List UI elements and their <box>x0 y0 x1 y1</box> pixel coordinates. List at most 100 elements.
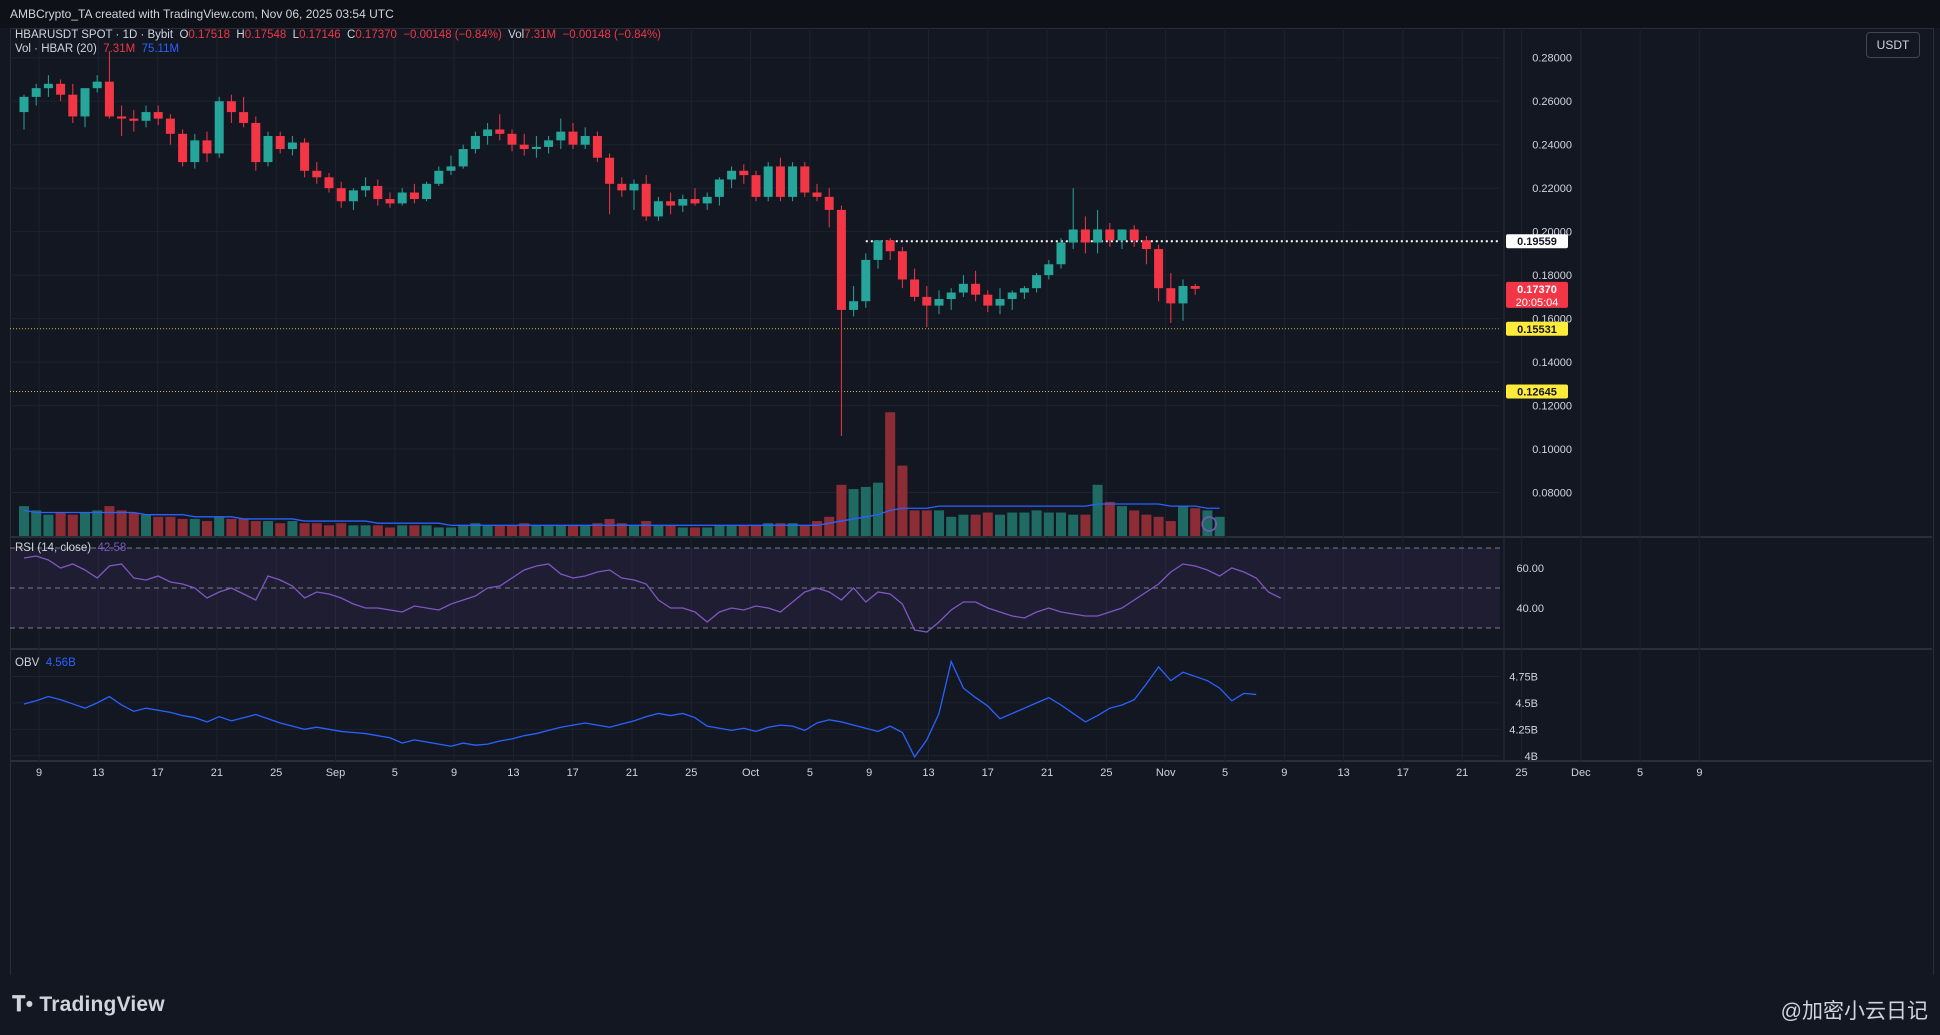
time-tick-label: Sep <box>326 767 346 779</box>
volume-bar <box>555 525 566 536</box>
volume-bar <box>43 514 54 536</box>
tradingview-logo[interactable]: 𝐓• TradingView <box>12 993 165 1017</box>
candle-body <box>348 190 358 202</box>
time-tick-label: 5 <box>807 767 813 779</box>
volume-bar <box>287 521 298 536</box>
time-tick-label: 13 <box>92 767 104 779</box>
candle-body <box>641 183 651 217</box>
currency-button[interactable]: USDT <box>1866 32 1920 58</box>
time-tick-label: 13 <box>922 767 934 779</box>
obv-tick-label: 4.5B <box>1515 698 1538 710</box>
candle-body <box>300 142 310 171</box>
volume-bar <box>226 518 237 536</box>
volume-bar <box>946 516 957 536</box>
time-tick-label: 9 <box>1696 767 1702 779</box>
volume-bar <box>1190 508 1201 536</box>
volume-bar <box>311 523 322 536</box>
candle-body <box>507 133 517 145</box>
volume-bar <box>385 527 395 536</box>
tv-logo-text: TradingView <box>39 993 165 1016</box>
candle-body <box>763 166 773 197</box>
obv-line <box>23 659 1257 759</box>
candle-body <box>568 131 578 145</box>
candle-body <box>1117 229 1127 241</box>
volume-bar <box>1019 512 1030 536</box>
time-tick-label: 5 <box>1637 767 1643 779</box>
time-tick-label: 21 <box>626 767 638 779</box>
candle-body <box>1190 286 1200 289</box>
volume-bar <box>580 525 591 536</box>
rsi-band <box>10 548 1500 628</box>
time-tick-label: 25 <box>1100 767 1112 779</box>
price-label-support: 0.12645 <box>1517 387 1557 399</box>
rsi-value: 42.58 <box>97 542 127 554</box>
volume-bar <box>568 525 578 536</box>
candle-body <box>605 157 615 184</box>
time-tick-label: 21 <box>1456 767 1468 779</box>
volume-bar <box>738 525 749 536</box>
volume-bar <box>531 525 542 536</box>
candle-body <box>1007 292 1017 300</box>
volume-bar <box>958 514 969 536</box>
candle-body <box>702 196 712 204</box>
candle-body <box>446 166 456 171</box>
candle-body <box>1166 288 1176 304</box>
price-label-support: 0.15531 <box>1517 324 1557 336</box>
candle-body <box>910 279 920 297</box>
candle-body <box>397 192 407 204</box>
candle-body <box>1032 275 1042 289</box>
time-tick-label: 13 <box>1337 767 1349 779</box>
volume-bar <box>824 516 835 536</box>
candle-body <box>117 116 127 119</box>
candle-body <box>80 88 90 117</box>
candle-body <box>129 118 139 121</box>
time-tick-label: 21 <box>211 767 223 779</box>
candle-body <box>287 142 297 150</box>
volume-bar <box>1031 510 1042 536</box>
volume-bar <box>726 525 737 536</box>
vol-change: −0.00148 (−0.84%) <box>562 29 661 41</box>
candle-body <box>153 112 163 119</box>
symbol-name: HBARUSDT SPOT · 1D · Bybit <box>15 29 174 41</box>
volume-bar <box>177 518 188 536</box>
volume-bar <box>641 521 652 536</box>
chart-canvas[interactable]: 0.280000.260000.240000.220000.200000.180… <box>0 28 1940 975</box>
candle-body <box>958 283 968 293</box>
volume-bar <box>860 486 871 536</box>
candle-body <box>678 199 688 206</box>
volume-bar <box>433 527 444 536</box>
candle-body <box>1154 249 1164 289</box>
candle-body <box>470 136 480 150</box>
volume-bar <box>885 412 896 536</box>
volume-bar <box>604 518 615 536</box>
volume-bar <box>141 514 151 536</box>
candle-body <box>56 83 66 95</box>
candle-body <box>165 118 175 134</box>
volume-bar <box>629 525 639 536</box>
obv-label: OBV <box>15 657 40 669</box>
candle-body <box>885 240 895 252</box>
volume-bar <box>1092 484 1103 536</box>
candle-body <box>141 112 151 121</box>
candle-body <box>324 177 334 189</box>
candle-body <box>531 146 541 150</box>
candle-body <box>1093 229 1103 243</box>
time-tick-label: 5 <box>1222 767 1228 779</box>
volume-bar <box>1080 514 1091 536</box>
volume-bar <box>690 527 700 536</box>
high-label: H <box>236 29 245 41</box>
time-tick-label: 21 <box>1041 767 1053 779</box>
candle-body <box>43 83 53 89</box>
price-tick-label: 0.26000 <box>1532 96 1572 108</box>
volume-bar <box>92 510 103 536</box>
candle-body <box>934 299 944 306</box>
price-tick-label: 0.12000 <box>1532 401 1572 413</box>
volume-bar <box>275 523 286 536</box>
low-value: 0.17146 <box>299 29 341 41</box>
obv-value: 4.56B <box>45 657 76 669</box>
time-tick-label: 13 <box>507 767 519 779</box>
watermark: @加密小云日记 <box>1780 1000 1928 1023</box>
candle-body <box>775 166 785 197</box>
candle-body <box>1068 229 1078 243</box>
volume-bar <box>263 521 273 536</box>
